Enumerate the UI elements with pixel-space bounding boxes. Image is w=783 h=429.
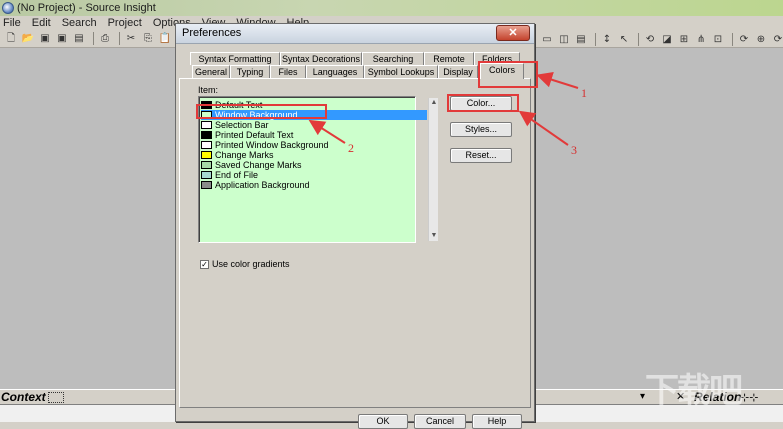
annotation-number-3: 3 — [571, 143, 577, 157]
annotation-arrows — [308, 71, 579, 146]
annotation-number-2: 2 — [348, 141, 354, 155]
tab-colors[interactable]: Colors — [480, 63, 524, 79]
annotation-number-1: 1 — [581, 86, 587, 100]
